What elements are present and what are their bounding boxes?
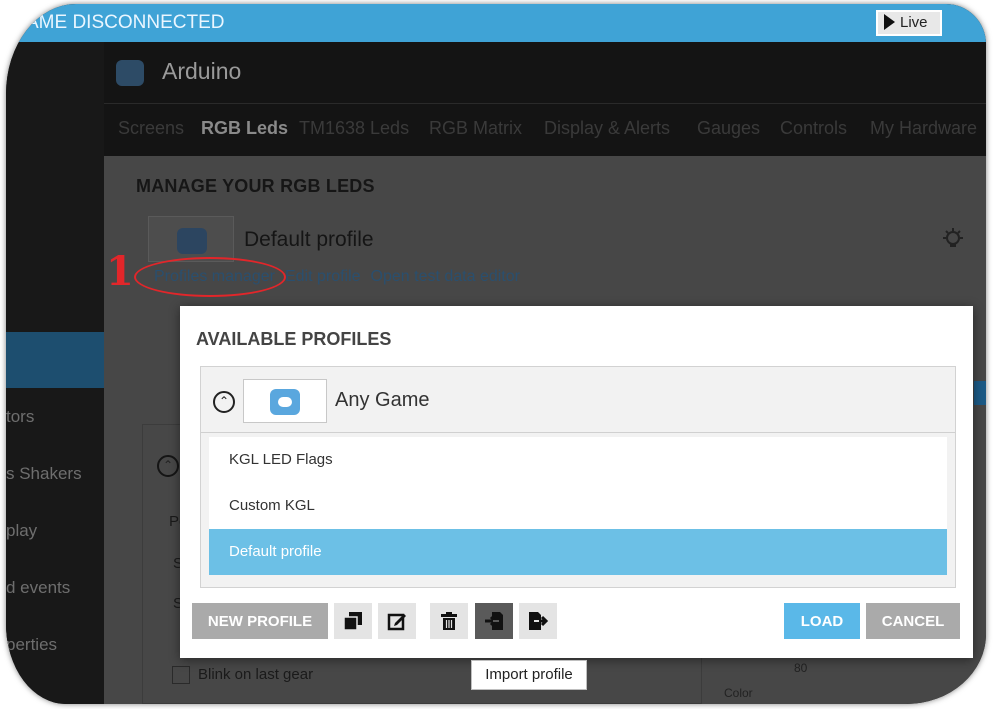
lightbulb-icon[interactable] [940,226,966,259]
tab-tm1638-leds[interactable]: TM1638 Leds [299,118,409,139]
profile-item[interactable]: KGL LED Flags [209,437,947,483]
open-test-data-link[interactable]: Open test data editor [371,268,520,285]
import-profile-button[interactable] [475,603,513,639]
game-group-header[interactable]: ⌃ Any Game [201,367,955,433]
import-profile-tooltip: Import profile [471,660,587,690]
game-name: Any Game [335,389,430,411]
app-name: Arduino [162,58,242,84]
edit-button[interactable] [378,603,416,639]
sidebar-item-properties[interactable]: perties [6,635,57,655]
profiles-list: ⌃ Any Game KGL LED Flags Custom KGL Defa… [200,366,956,588]
annotation-step-1: 1 [106,248,134,295]
game-image [243,379,327,423]
collapse-icon[interactable]: ⌃ [157,455,179,477]
tab-rgb-matrix[interactable]: RGB Matrix [429,118,522,139]
available-profiles-dialog: AVAILABLE PROFILES ⌃ Any Game KGL LED Fl… [180,306,973,658]
current-profile-name: Default profile [244,228,374,251]
connection-status: AME DISCONNECTED [26,12,225,33]
gamepad-icon [270,389,300,415]
play-icon [884,14,895,30]
export-icon [529,612,548,630]
profile-image [148,216,234,262]
sidebar: tors s Shakers play d events perties [6,42,104,704]
blink-label: Blink on last gear [198,666,314,683]
new-profile-button[interactable]: NEW PROFILE [192,603,328,639]
gamepad-icon [116,60,144,86]
annotation-oval-profiles-manager [134,257,286,297]
profile-item-selected[interactable]: Default profile [209,529,947,575]
delete-button[interactable] [430,603,468,639]
sidebar-item-display[interactable]: play [6,521,37,541]
trash-icon [441,612,457,630]
tab-controls[interactable]: Controls [780,118,847,139]
tab-rgb-leds[interactable]: RGB Leds [201,118,288,139]
sidebar-item-shakers[interactable]: s Shakers [6,464,82,484]
tab-gauges[interactable]: Gauges [697,118,760,139]
profile-item[interactable]: Custom KGL [209,483,947,529]
sidebar-item-events[interactable]: d events [6,578,70,598]
profile-items: KGL LED Flags Custom KGL Default profile [209,437,947,575]
tab-my-hardware[interactable]: My Hardware [870,118,977,139]
gamepad-icon [177,228,207,254]
tab-screens[interactable]: Screens [118,118,184,139]
tab-bar: Screens RGB Leds TM1638 Leds RGB Matrix … [104,104,986,156]
dialog-title: AVAILABLE PROFILES [196,329,392,349]
live-button[interactable]: Live [876,10,942,36]
sidebar-item-motors[interactable]: tors [6,407,34,427]
edit-profile-link[interactable]: Edit profile [285,268,361,285]
sidebar-selected-item[interactable] [6,332,104,388]
export-profile-button[interactable] [519,603,557,639]
duplicate-icon [343,612,362,631]
color-label: Color [724,686,753,700]
app-header: Arduino [104,42,986,104]
collapse-icon[interactable]: ⌃ [213,391,235,413]
live-label: Live [900,14,928,31]
color-swatch [974,381,986,405]
tab-display-alerts[interactable]: Display & Alerts [544,118,670,139]
title-bar: AME DISCONNECTED Live [6,4,986,42]
blink-checkbox[interactable] [172,666,190,684]
import-icon [485,612,503,630]
load-button[interactable]: LOAD [784,603,860,639]
cancel-button[interactable]: CANCEL [866,603,960,639]
duplicate-button[interactable] [334,603,372,639]
stepper-value: 80 [794,661,808,675]
edit-icon [387,613,406,631]
page-title: MANAGE YOUR RGB LEDS [136,176,375,196]
